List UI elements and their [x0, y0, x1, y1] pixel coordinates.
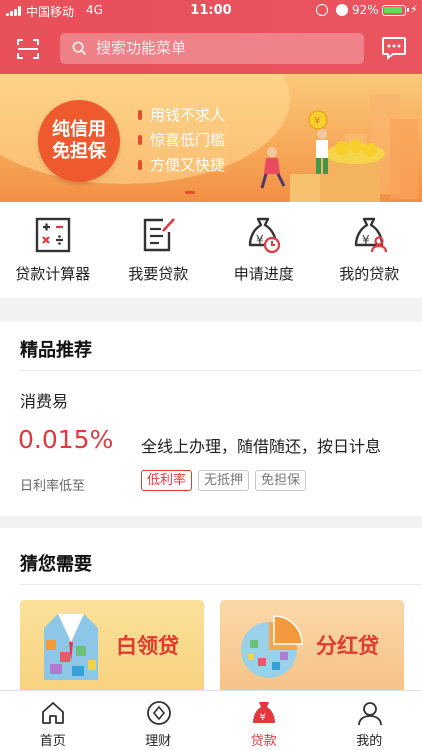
- quick-action-my-loans[interactable]: ¥ 我的贷款: [317, 202, 422, 298]
- tab-label: 首页: [39, 734, 66, 749]
- message-icon[interactable]: [381, 36, 407, 60]
- tag-no-guarantee: 免担保: [255, 470, 307, 491]
- svg-text:¥: ¥: [260, 712, 266, 723]
- home-icon: [42, 702, 64, 724]
- quick-action-label: 我要贷款: [128, 265, 189, 283]
- scan-icon[interactable]: [16, 37, 40, 61]
- quick-action-apply[interactable]: 我要贷款: [106, 202, 212, 298]
- divider: [20, 370, 422, 371]
- rotation-lock-icon: [316, 4, 328, 16]
- finance-icon: [146, 701, 171, 725]
- app-header: 中国移动 4G 11:00 92% ⚡ 搜索功能菜单: [0, 0, 422, 74]
- tab-bar: 首页 理财 ¥ 贷款 我的: [0, 690, 422, 750]
- tab-finance[interactable]: 理财: [106, 691, 212, 750]
- calculator-icon: [35, 217, 71, 253]
- tab-loan[interactable]: ¥ 贷款: [211, 691, 317, 750]
- banner-illustration: ¥: [260, 94, 418, 202]
- banner-bullet: 方便又快捷: [138, 154, 225, 179]
- svg-text:¥: ¥: [256, 233, 264, 247]
- banner-bullets: 用钱不求人 惊喜低门槛 方便又快捷: [138, 104, 225, 179]
- product-tags: 低利率 无抵押 免担保: [141, 469, 312, 491]
- tab-label: 理财: [145, 734, 172, 749]
- product-name: 消费易: [20, 392, 69, 411]
- battery-percent: 92%: [352, 3, 379, 17]
- pie-chart-collage-icon: [241, 615, 303, 678]
- quick-action-progress[interactable]: ¥ 申请进度: [211, 202, 317, 298]
- banner-page-indicator: [185, 191, 195, 194]
- rate-label: 日利率低至: [20, 479, 86, 494]
- tab-home[interactable]: 首页: [0, 691, 106, 750]
- charging-icon: ⚡: [410, 3, 418, 16]
- banner-bullet: 惊喜低门槛: [138, 129, 225, 154]
- search-input[interactable]: 搜索功能菜单: [60, 33, 364, 64]
- card-title: 白领贷: [116, 634, 179, 658]
- alarm-icon: [336, 4, 348, 16]
- quick-action-calculator[interactable]: 贷款计算器: [0, 202, 106, 298]
- tag-low-rate: 低利率: [141, 470, 193, 491]
- status-bar: 中国移动 4G 11:00 92% ⚡: [0, 0, 422, 22]
- section-title: 精品推荐: [20, 340, 92, 361]
- battery-icon: [382, 5, 409, 16]
- product-card-dividend[interactable]: 分红贷: [220, 600, 404, 694]
- tab-label: 贷款: [250, 734, 277, 749]
- money-bag-user-icon: ¥: [354, 217, 387, 253]
- svg-text:¥: ¥: [362, 233, 370, 247]
- divider: [20, 584, 422, 585]
- quick-actions: 贷款计算器 我要贷款 ¥ 申请进度 ¥ 我的贷款: [0, 202, 422, 298]
- product-description: 全线上办理，随借随还，按日计息: [141, 437, 382, 456]
- product-card-white-collar[interactable]: 白领贷: [20, 600, 204, 694]
- product-rate: 0.015%: [18, 425, 114, 454]
- money-bag-clock-icon: ¥: [248, 217, 281, 254]
- suit-collage-icon: [44, 614, 98, 680]
- loan-bag-icon: ¥: [253, 702, 275, 723]
- document-edit-icon: [143, 218, 175, 252]
- quick-action-label: 我的贷款: [339, 265, 400, 283]
- tab-profile[interactable]: 我的: [317, 691, 422, 750]
- search-icon: [72, 41, 87, 56]
- quick-action-label: 贷款计算器: [15, 265, 91, 283]
- search-placeholder: 搜索功能菜单: [96, 39, 187, 57]
- banner-bullet: 用钱不求人: [138, 104, 225, 129]
- card-title: 分红贷: [316, 634, 379, 658]
- profile-icon: [357, 702, 382, 726]
- section-title: 猜您需要: [20, 554, 92, 575]
- tab-label: 我的: [356, 734, 383, 749]
- tag-no-collateral: 无抵押: [198, 470, 250, 491]
- svg-text:¥: ¥: [314, 116, 320, 127]
- banner-badge: 纯信用 免担保: [38, 100, 120, 182]
- promo-banner[interactable]: 纯信用 免担保 用钱不求人 惊喜低门槛 方便又快捷 ¥: [0, 74, 422, 202]
- quick-action-label: 申请进度: [233, 265, 294, 283]
- recommended-section: 精品推荐 消费易 0.015% 日利率低至 全线上办理，随借随还，按日计息 低利…: [0, 322, 422, 516]
